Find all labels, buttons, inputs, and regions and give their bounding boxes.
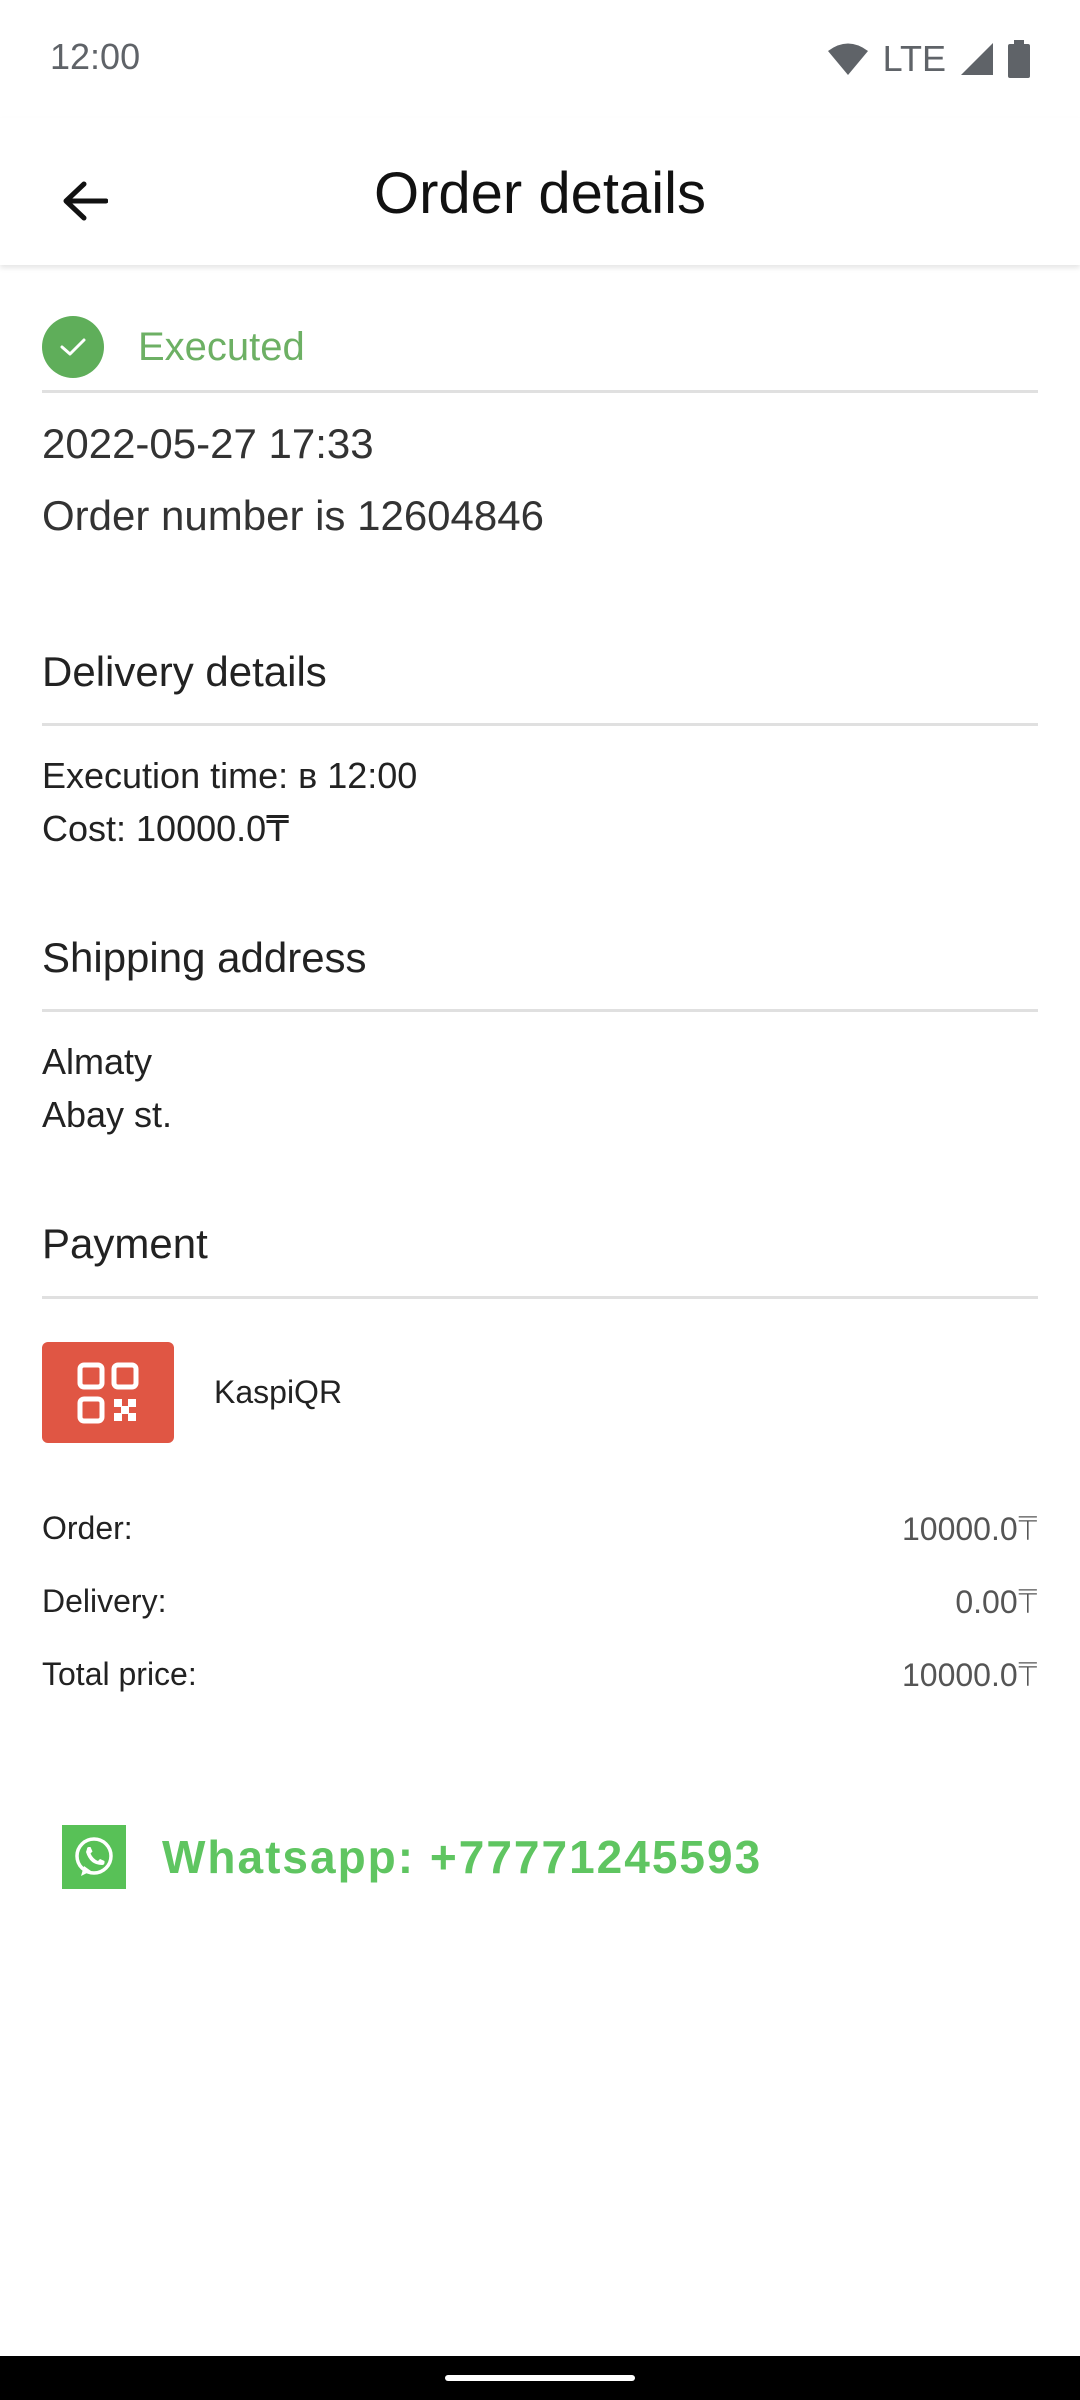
- system-nav-bar: [0, 2356, 1080, 2400]
- summary-label: Delivery:: [42, 1583, 167, 1619]
- address-city: Almaty: [42, 1041, 153, 1082]
- whatsapp-icon: [62, 1825, 126, 1889]
- summary-value: 0.00₸: [955, 1584, 1038, 1620]
- order-datetime: 2022-05-27 17:33: [42, 420, 374, 467]
- divider: [42, 1296, 1038, 1299]
- shipping-section-title: Shipping address: [42, 934, 367, 981]
- divider: [42, 390, 1038, 393]
- summary-label: Total price:: [42, 1656, 197, 1692]
- summary-row-order: Order: 10000.0₸: [42, 1510, 1038, 1548]
- payment-section-title: Payment: [42, 1220, 208, 1267]
- order-status: Executed: [42, 302, 1038, 392]
- divider: [42, 1009, 1038, 1012]
- status-bar: 12:00 LTE: [0, 0, 1080, 118]
- battery-icon: [1008, 40, 1030, 78]
- address-street: Abay st.: [42, 1094, 173, 1135]
- status-label: Executed: [138, 324, 305, 369]
- summary-row-delivery: Delivery: 0.00₸: [42, 1583, 1038, 1621]
- wifi-icon: [827, 43, 868, 75]
- execution-time: Execution time: в 12:00: [42, 755, 418, 796]
- app-bar: Order details: [0, 118, 1080, 265]
- payment-method-icon: [42, 1342, 174, 1443]
- payment-method-name: KaspiQR: [214, 1374, 343, 1410]
- summary-value: 10000.0₸: [901, 1511, 1038, 1547]
- page-title: Order details: [373, 161, 707, 226]
- summary-value: 10000.0₸: [901, 1657, 1038, 1693]
- delivery-section-title: Delivery details: [42, 648, 327, 695]
- summary-row-total: Total price: 10000.0₸: [42, 1656, 1038, 1694]
- whatsapp-text: Whatsapp: +77771245593: [162, 1831, 763, 1883]
- home-handle[interactable]: [445, 2375, 635, 2381]
- status-icons: LTE: [827, 36, 1030, 82]
- network-type: LTE: [882, 38, 946, 79]
- status-time: 12:00: [50, 36, 141, 77]
- delivery-cost: Cost: 10000.0₸: [42, 808, 290, 849]
- summary-label: Order:: [42, 1510, 133, 1546]
- divider: [42, 723, 1038, 726]
- whatsapp-link[interactable]: Whatsapp: +77771245593: [62, 1825, 762, 1889]
- check-circle-icon: [42, 316, 104, 378]
- order-number: Order number is 12604846: [42, 492, 544, 539]
- qr-code-icon: [77, 1362, 139, 1423]
- signal-icon: [961, 43, 993, 75]
